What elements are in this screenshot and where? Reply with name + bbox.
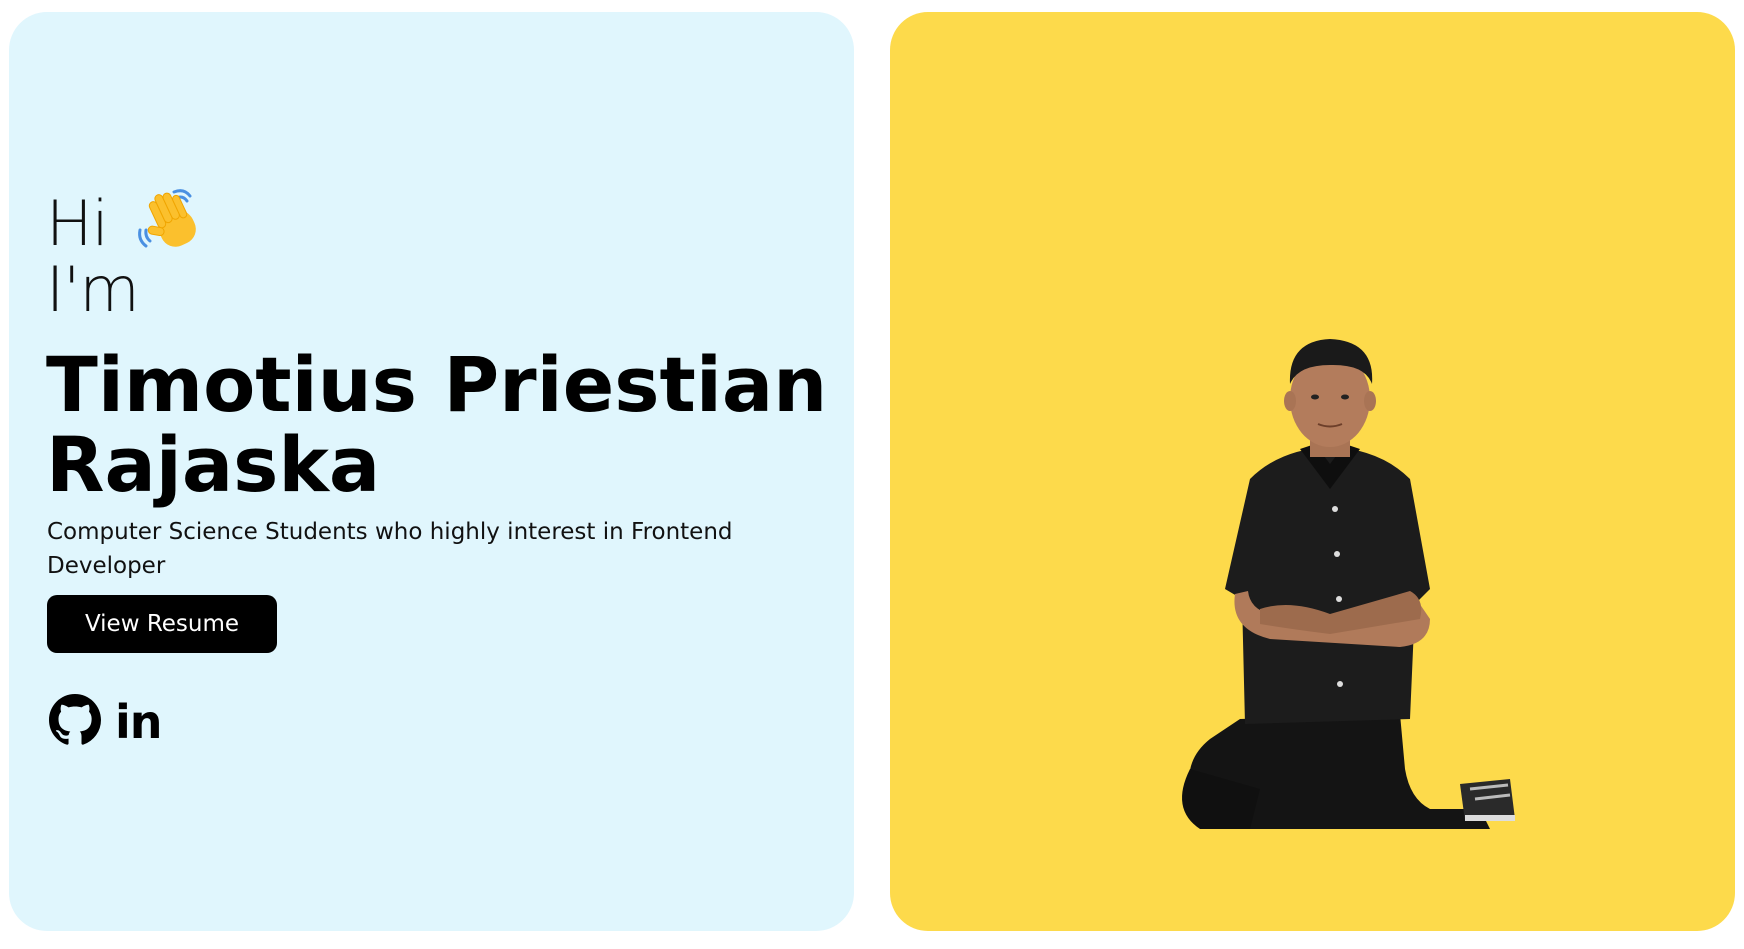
greeting-im: I'm — [46, 253, 140, 326]
social-links: in — [49, 694, 163, 750]
view-resume-button[interactable]: View Resume — [47, 595, 277, 653]
portrait-photo — [1182, 339, 1515, 829]
name-line-1: Timotius Priestian — [46, 340, 828, 429]
photo-card — [890, 12, 1735, 931]
page: Hi I'm Timotius Priestian Rajaska Comput… — [0, 0, 1744, 949]
intro-card: Hi I'm Timotius Priestian Rajaska Comput… — [9, 12, 854, 931]
full-name: Timotius Priestian Rajaska — [46, 345, 846, 505]
linkedin-icon[interactable]: in — [115, 697, 163, 747]
greeting: Hi I'm — [46, 187, 210, 326]
github-icon[interactable] — [49, 694, 101, 750]
name-line-2: Rajaska — [46, 420, 381, 509]
waving-hand-icon — [136, 184, 210, 258]
greeting-hi: Hi — [46, 187, 109, 260]
subtitle: Computer Science Students who highly int… — [47, 519, 733, 579]
